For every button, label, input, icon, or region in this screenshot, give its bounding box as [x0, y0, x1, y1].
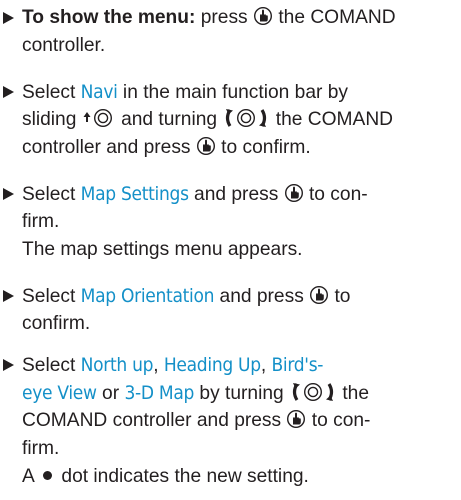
- step-result: The map settings menu appears.: [22, 239, 303, 260]
- option-birds-eye-view-cont: eye View: [22, 382, 97, 404]
- option-north-up: North up: [80, 354, 154, 376]
- step-text: the: [337, 383, 370, 404]
- step-text: firm.: [22, 438, 60, 459]
- bullet-arrow-icon: [3, 359, 14, 371]
- step-text: sliding: [22, 109, 82, 130]
- step-map-settings: Select Map Settings and press to con- fi…: [0, 180, 461, 264]
- step-select-orientation: Select North up, Heading Up, Bird's- eye…: [0, 351, 461, 491]
- menu-item-map-orientation: Map Orientation: [80, 285, 215, 307]
- step-text: press: [195, 7, 253, 28]
- step-text: Select: [22, 184, 81, 205]
- press-controller-icon: [196, 136, 216, 156]
- step-text: or: [96, 383, 125, 404]
- filled-dot-icon: [43, 471, 53, 480]
- bullet-arrow-icon: [3, 86, 14, 98]
- step-text: controller and press: [22, 137, 196, 158]
- step-text: the COMAND: [270, 109, 394, 130]
- step-text: by turning: [194, 383, 290, 404]
- separator: ,: [260, 355, 272, 376]
- step-map-orientation: Select Map Orientation and press to conf…: [0, 282, 461, 338]
- option-heading-up: Heading Up: [163, 354, 261, 376]
- step-lead: To show the menu:: [22, 7, 196, 28]
- step-text: the COMAND: [272, 7, 396, 28]
- step-text: Select: [22, 355, 81, 376]
- turn-controller-icon: [222, 107, 270, 129]
- bullet-arrow-icon: [3, 12, 14, 24]
- press-controller-icon: [286, 409, 306, 429]
- step-text: and press: [214, 286, 310, 307]
- step-text: controller.: [22, 35, 106, 56]
- step-text: to con-: [303, 184, 368, 205]
- step-text: to con-: [306, 410, 371, 431]
- step-text: confirm.: [22, 313, 91, 334]
- menu-item-navi: Navi: [80, 81, 118, 103]
- menu-item-map-settings: Map Settings: [80, 183, 189, 205]
- instruction-list: To show the menu: press the COMAND contr…: [0, 0, 461, 500]
- step-text: firm.: [22, 211, 60, 232]
- separator: ,: [153, 355, 164, 376]
- step-select-navi: Select Navi in the main function bar by …: [0, 78, 461, 162]
- press-controller-icon: [253, 6, 273, 26]
- step-text: Select: [22, 286, 81, 307]
- step-text: COMAND controller and press: [22, 410, 287, 431]
- step-text: in the main function bar by: [117, 82, 348, 103]
- option-birds-eye-view: Bird's-: [271, 354, 324, 376]
- step-result: A: [22, 466, 40, 487]
- press-controller-icon: [284, 183, 304, 203]
- step-text: and press: [188, 184, 284, 205]
- option-3d-map: 3-D Map: [124, 382, 195, 404]
- step-text: to: [329, 286, 351, 307]
- press-controller-icon: [309, 285, 329, 305]
- step-text: and turning: [115, 109, 223, 130]
- step-text: to confirm.: [215, 137, 311, 158]
- bullet-arrow-icon: [3, 290, 14, 302]
- bullet-arrow-icon: [3, 188, 14, 200]
- slide-up-controller-icon: [82, 108, 116, 128]
- step-text: Select: [22, 82, 81, 103]
- turn-controller-icon: [289, 381, 337, 403]
- step-result: dot indicates the new setting.: [56, 466, 309, 487]
- step-show-menu: To show the menu: press the COMAND contr…: [0, 4, 461, 60]
